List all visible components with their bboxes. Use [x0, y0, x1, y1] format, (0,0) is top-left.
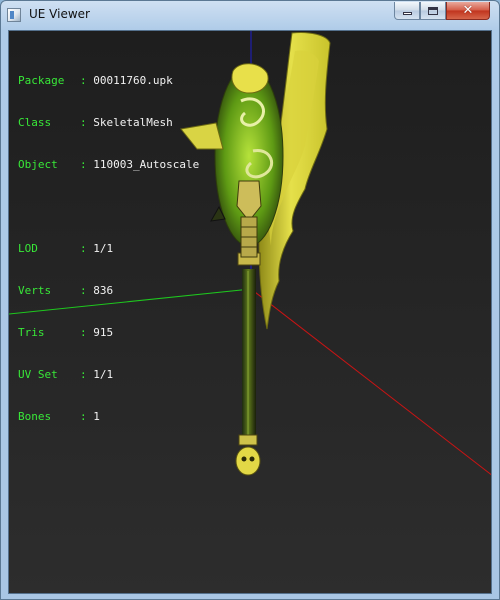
axe-shaft — [242, 269, 256, 441]
grip-band — [238, 434, 258, 446]
info-row-verts: Verts: 836 — [18, 284, 199, 298]
info-label: Class — [18, 116, 52, 129]
info-label: Bones — [18, 410, 52, 423]
info-row-object: Object: 110003_Autoscale — [18, 158, 199, 172]
info-spacer — [18, 200, 199, 214]
info-value: 1/1 — [93, 368, 114, 381]
info-separator: : — [80, 284, 87, 297]
info-label: Package — [18, 74, 65, 87]
info-row-lod: LOD: 1/1 — [18, 242, 199, 256]
info-value: SkeletalMesh — [93, 116, 173, 129]
x-axis-line — [250, 288, 491, 476]
minimize-button[interactable] — [394, 2, 420, 20]
axe-pommel — [235, 446, 261, 476]
info-separator: : — [80, 410, 87, 423]
info-separator: : — [80, 116, 87, 129]
close-icon: ✕ — [462, 2, 474, 18]
window-bottom-border[interactable] — [1, 592, 499, 599]
app-icon — [7, 8, 21, 22]
minimize-icon — [402, 12, 412, 15]
info-value: 110003_Autoscale — [93, 158, 200, 171]
maximize-icon — [428, 6, 438, 15]
3d-viewport[interactable]: Package: 00011760.upk Class: SkeletalMes… — [8, 30, 492, 594]
info-separator: : — [80, 368, 87, 381]
info-row-bones: Bones: 1 — [18, 410, 199, 424]
info-value: 00011760.upk — [93, 74, 173, 87]
info-label: Object — [18, 158, 58, 171]
info-value: 915 — [93, 326, 114, 339]
info-row-uvset: UV Set: 1/1 — [18, 368, 199, 382]
info-label: UV Set — [18, 368, 58, 381]
info-value: 1/1 — [93, 242, 114, 255]
info-row-tris: Tris: 915 — [18, 326, 199, 340]
info-separator: : — [80, 326, 87, 339]
axe-top — [231, 63, 269, 94]
close-button[interactable]: ✕ — [446, 2, 490, 20]
info-value: 836 — [93, 284, 114, 297]
info-row-class: Class: SkeletalMesh — [18, 116, 199, 130]
mesh-info-overlay: Package: 00011760.upk Class: SkeletalMes… — [18, 46, 199, 452]
info-value: 1 — [93, 410, 100, 423]
maximize-button[interactable] — [420, 2, 446, 20]
info-label: LOD — [18, 242, 38, 255]
info-label: Tris — [18, 326, 45, 339]
info-separator: : — [80, 158, 87, 171]
pommel-eye — [249, 456, 255, 462]
info-row-package: Package: 00011760.upk — [18, 74, 199, 88]
app-window: UE Viewer ✕ Package: 00011760.upk Class… — [0, 0, 500, 600]
info-separator: : — [80, 74, 87, 87]
info-label: Verts — [18, 284, 52, 297]
info-separator: : — [80, 242, 87, 255]
title-bar[interactable]: UE Viewer ✕ — [1, 1, 499, 30]
pommel-eye — [241, 456, 247, 462]
window-title: UE Viewer — [29, 7, 90, 21]
